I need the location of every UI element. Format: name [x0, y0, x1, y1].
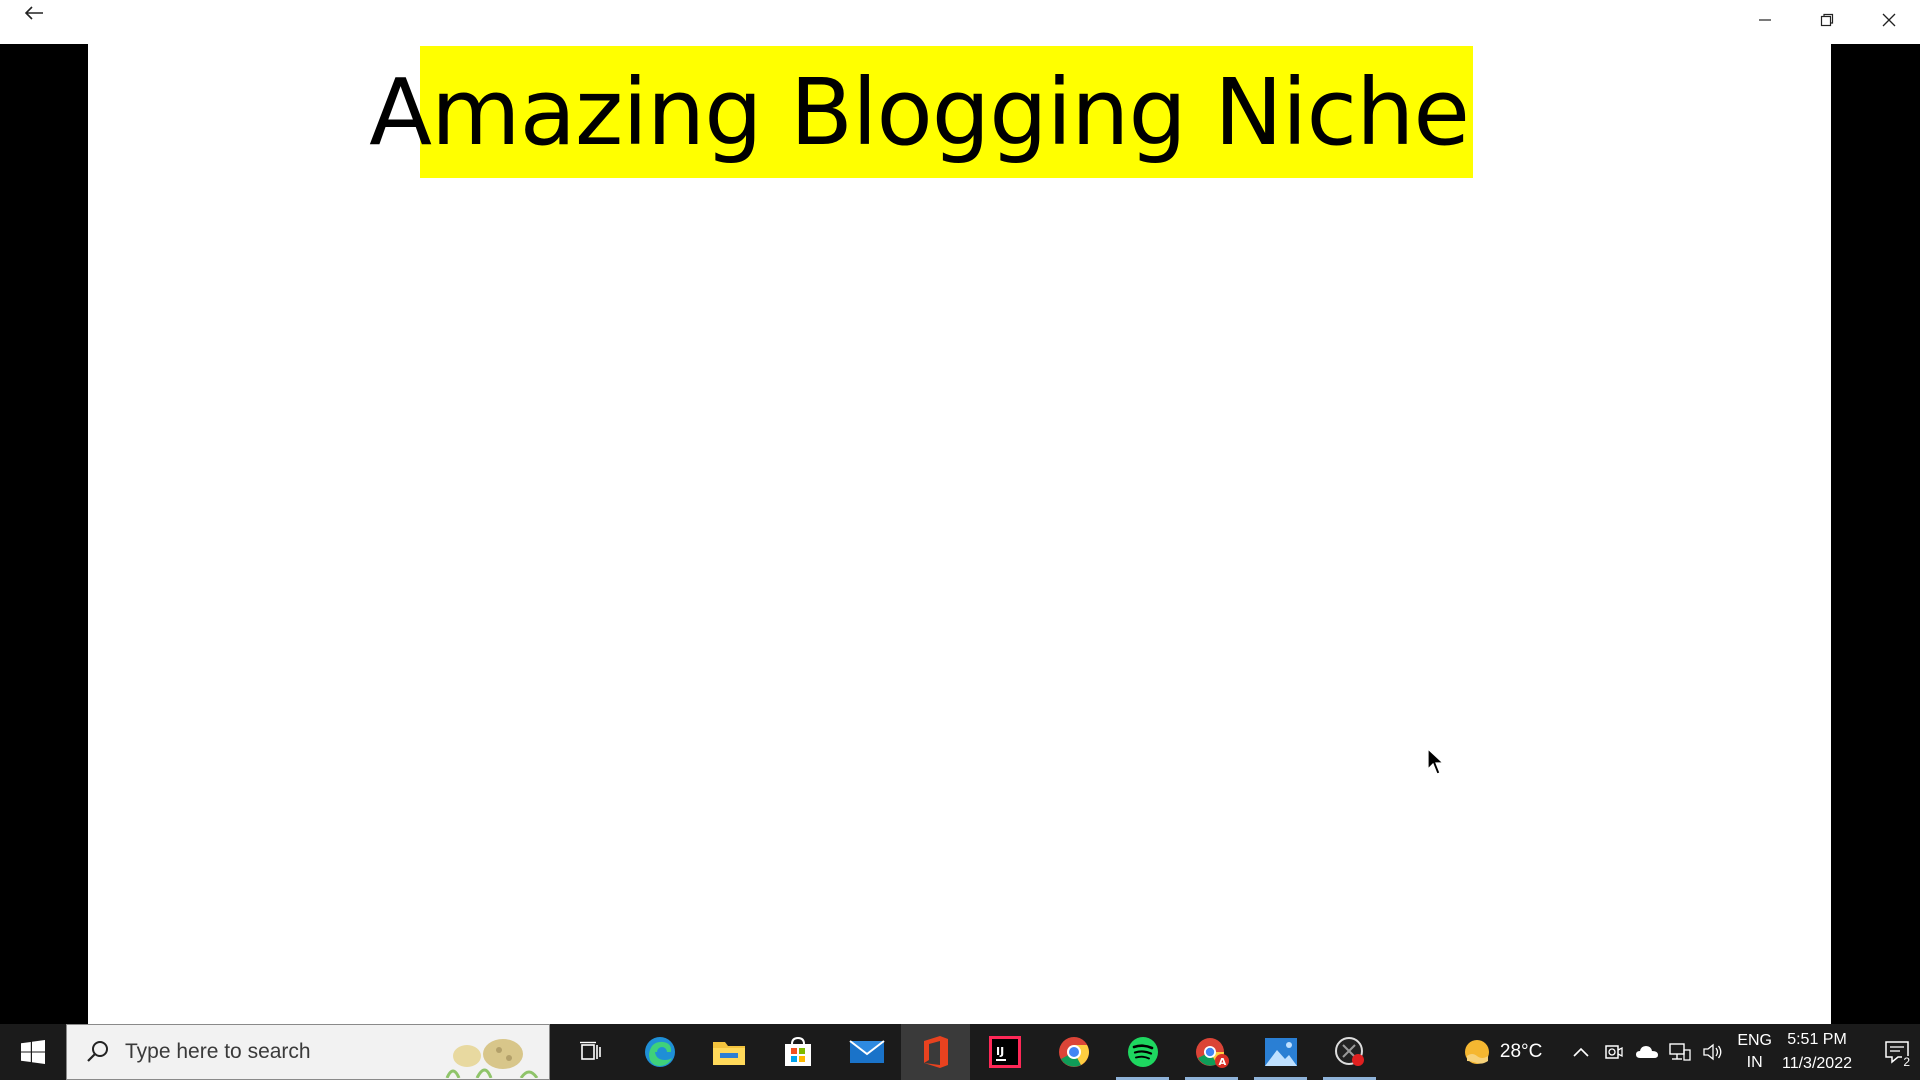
taskbar-photos[interactable]	[1246, 1024, 1315, 1080]
svg-text:A: A	[1218, 1057, 1226, 1068]
search-icon	[87, 1041, 108, 1062]
speaker-icon	[1703, 1043, 1722, 1061]
weather-sun-icon	[1464, 1040, 1489, 1064]
chevron-up-icon	[1573, 1047, 1589, 1057]
store-icon	[784, 1036, 811, 1066]
weather-widget[interactable]: 28°C	[1462, 1037, 1542, 1067]
folder-icon	[712, 1042, 745, 1065]
taskbar-chrome-profile[interactable]: A	[1177, 1024, 1246, 1080]
back-arrow-icon	[24, 6, 43, 20]
taskbar-search-box[interactable]: Type here to search	[66, 1024, 550, 1080]
network-icon	[1669, 1043, 1691, 1061]
tray-volume[interactable]	[1696, 1024, 1729, 1080]
restore-icon	[1820, 13, 1834, 27]
action-center-button[interactable]: 2	[1874, 1024, 1920, 1080]
tray-network[interactable]	[1663, 1024, 1696, 1080]
taskbar: Type here to search IJ A 28°C ENG IN 5:5…	[0, 1024, 1920, 1080]
presentation-viewport: Amazing Blogging Niche	[0, 44, 1920, 1024]
mouse-cursor-icon	[1427, 748, 1445, 775]
back-button[interactable]	[14, 0, 54, 26]
language-code: ENG	[1737, 1032, 1772, 1049]
taskbar-spotify[interactable]	[1108, 1024, 1177, 1080]
close-icon	[1882, 13, 1896, 27]
clock-date: 11/3/2022	[1782, 1055, 1852, 1072]
intellij-icon: IJ	[988, 1036, 1021, 1068]
search-highlight-art-icon	[445, 1039, 539, 1078]
camera-icon	[1605, 1045, 1623, 1059]
close-button[interactable]	[1858, 0, 1920, 40]
taskbar-mail[interactable]	[832, 1024, 901, 1080]
notification-count: 2	[1902, 1055, 1911, 1069]
taskbar-screen-recorder[interactable]	[1315, 1024, 1384, 1080]
tray-onedrive[interactable]	[1630, 1024, 1663, 1080]
start-button[interactable]	[0, 1024, 66, 1080]
edge-icon	[644, 1037, 675, 1067]
photos-icon	[1264, 1038, 1297, 1066]
taskbar-intellij[interactable]: IJ	[970, 1024, 1039, 1080]
svg-text:IJ: IJ	[996, 1045, 1004, 1058]
office-icon	[923, 1036, 948, 1068]
chrome-icon	[1058, 1037, 1089, 1067]
taskbar-file-explorer[interactable]	[694, 1024, 763, 1080]
slide-title: Amazing Blogging Niche	[369, 46, 1473, 178]
window-titlebar	[0, 0, 1920, 44]
slide-canvas: Amazing Blogging Niche	[88, 44, 1831, 1024]
restore-button[interactable]	[1796, 0, 1858, 40]
show-hidden-icons-button[interactable]	[1564, 1024, 1597, 1080]
weather-temperature: 28°C	[1499, 1041, 1543, 1062]
clock-time: 5:51 PM	[1787, 1031, 1847, 1048]
spotify-icon	[1127, 1037, 1158, 1067]
task-view-icon	[579, 1041, 601, 1060]
clock-button[interactable]: 5:51 PM 11/3/2022	[1782, 1028, 1852, 1076]
recorder-icon	[1334, 1037, 1364, 1066]
region-code: IN	[1746, 1054, 1763, 1071]
search-placeholder: Type here to search	[125, 1040, 311, 1063]
taskbar-office[interactable]	[901, 1024, 970, 1080]
task-view-button[interactable]	[556, 1024, 625, 1080]
taskbar-edge[interactable]	[625, 1024, 694, 1080]
mail-icon	[848, 1040, 885, 1063]
system-tray: 28°C ENG IN 5:51 PM 11/3/2022 2	[1462, 1024, 1920, 1080]
taskbar-microsoft-store[interactable]	[763, 1024, 832, 1080]
cloud-icon	[1635, 1046, 1658, 1058]
minimize-button[interactable]	[1734, 0, 1796, 40]
windows-logo-icon	[21, 1040, 45, 1064]
minimize-icon	[1759, 19, 1771, 21]
tray-meet-now[interactable]	[1597, 1024, 1630, 1080]
input-language-button[interactable]: ENG IN	[1737, 1030, 1772, 1074]
taskbar-chrome[interactable]	[1039, 1024, 1108, 1080]
chrome-profile-icon: A	[1195, 1038, 1229, 1068]
